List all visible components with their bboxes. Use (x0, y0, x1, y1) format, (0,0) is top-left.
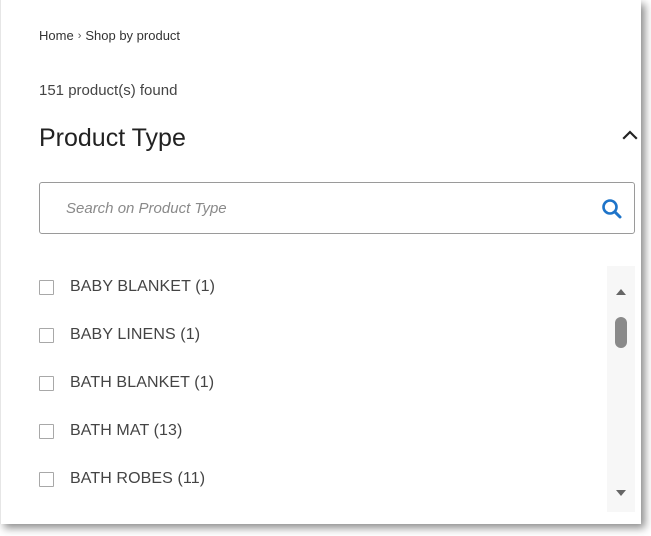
search-icon (602, 199, 622, 219)
options-scrollbar[interactable] (607, 266, 635, 512)
checkbox[interactable] (39, 423, 54, 439)
filter-title: Product Type (39, 124, 186, 152)
checkbox[interactable] (39, 375, 54, 391)
scroll-thumb[interactable] (615, 317, 627, 348)
filter-panel: Home › Shop by product 151 product(s) fo… (0, 0, 641, 524)
filter-option-baby-linens[interactable]: BABY LINENS (1) (39, 323, 559, 347)
arrow-down-icon (616, 490, 626, 496)
checkbox[interactable] (39, 327, 54, 343)
checkbox[interactable] (39, 471, 54, 487)
chevron-up-icon (622, 130, 638, 140)
breadcrumb-shop-by-product-link[interactable]: Shop by product (85, 28, 180, 43)
option-label: BATH BLANKET (1) (70, 374, 215, 391)
filter-option-baby-blanket[interactable]: BABY BLANKET (1) (39, 275, 559, 299)
product-type-search-input[interactable] (64, 198, 588, 218)
breadcrumb-home-link[interactable]: Home (39, 28, 74, 43)
breadcrumb: Home › Shop by product (39, 28, 180, 43)
filter-option-bath-mat[interactable]: BATH MAT (13) (39, 419, 559, 443)
product-type-search-box (39, 182, 635, 234)
arrow-up-icon (616, 289, 626, 295)
results-count: 151 product(s) found (39, 82, 178, 99)
option-label: BATH MAT (13) (70, 422, 183, 439)
collapse-filter-button[interactable] (619, 124, 641, 146)
product-type-options: BABY BLANKET (1) BABY LINENS (1) BATH BL… (39, 275, 559, 515)
filter-option-bath-robes[interactable]: BATH ROBES (11) (39, 467, 559, 491)
scroll-down-button[interactable] (614, 485, 628, 496)
checkbox[interactable] (39, 279, 54, 295)
scroll-up-button[interactable] (614, 284, 628, 295)
option-label: BABY LINENS (1) (70, 326, 201, 343)
option-label: BABY BLANKET (1) (70, 278, 216, 295)
breadcrumb-separator: › (77, 29, 82, 42)
option-label: BATH ROBES (11) (70, 470, 206, 487)
search-button[interactable] (600, 197, 624, 221)
filter-option-bath-blanket[interactable]: BATH BLANKET (1) (39, 371, 559, 395)
